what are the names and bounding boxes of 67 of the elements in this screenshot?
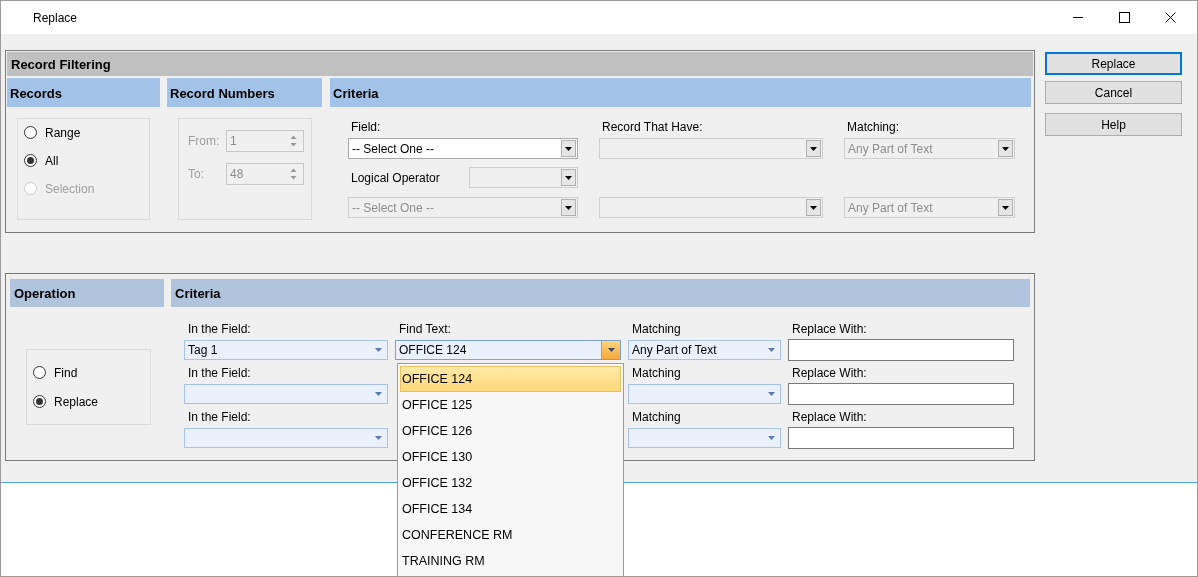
list-item[interactable]: OFFICE 134 [400,496,621,522]
field-label: Matching [631,409,682,426]
section-header: Criteria [171,279,1030,307]
dropdown-field[interactable]: Tag 1 [184,340,388,360]
field-label: To: [188,167,205,181]
field-label: Matching: [846,120,901,136]
maximize-icon [1118,12,1130,23]
section-header: Records [7,78,160,107]
field-label: From: [188,134,221,148]
field-label: Replace With: [791,365,868,382]
dropdown-field[interactable] [628,384,781,404]
caret-icon [810,205,817,210]
list-item[interactable]: CONFERENCE RM [400,522,621,548]
caret-icon [1002,205,1009,210]
field-label: Matching [631,365,682,382]
field-label: Matching [631,321,682,338]
section-title: Record Filtering [7,52,1033,76]
spin-arrows-icon [289,134,298,148]
field-label: Field: [350,120,382,136]
list-item[interactable]: OFFICE 132 [400,470,621,496]
window-title: Replace [33,10,78,25]
close-icon [1164,12,1176,23]
field-label: Record That Have: [601,120,704,136]
radio-button[interactable]: Range [24,125,81,140]
field-label: In the Field: [187,321,252,338]
dropdown-field[interactable] [184,428,388,448]
list-item[interactable]: OFFICE 126 [400,418,621,444]
caret-icon [565,175,572,180]
dropdown-field[interactable]: OFFICE 124 [395,340,621,360]
caret-icon [565,146,572,151]
caret-icon [607,348,615,352]
list-item[interactable]: OFFICE 130 [400,444,621,470]
dropdown-field[interactable]: -- Select One -- [348,138,578,159]
field-label: In the Field: [187,365,252,382]
caret-icon [810,146,817,151]
caret-icon [374,392,382,396]
dropdown-field[interactable] [184,384,388,404]
caret-icon [767,436,775,440]
dialog-button[interactable]: Replace [1045,52,1182,75]
section-header: Criteria [330,78,1031,107]
caret-icon [767,392,775,396]
caret-icon [1002,146,1009,151]
section-header: Operation [10,279,164,307]
field-label: In the Field: [187,409,252,426]
dialog-button[interactable]: Cancel [1045,81,1182,104]
dropdown-field[interactable] [628,428,781,448]
radio-button[interactable]: Find [33,365,78,380]
field-label: Logical Operator [351,170,440,185]
dropdown-field[interactable]: Any Part of Text [628,340,781,360]
section-header: Record Numbers [167,78,322,107]
text-field[interactable] [788,383,1014,405]
list-item[interactable]: OFFICE 124 [400,366,621,392]
radio-button[interactable]: Replace [33,394,99,409]
field-label: Find Text: [398,321,452,338]
dialog-button[interactable]: Help [1045,113,1182,136]
list-item[interactable]: OFFICE 125 [400,392,621,418]
text-field[interactable] [788,427,1014,449]
field-label: Replace With: [791,321,868,338]
radio-button[interactable]: All [24,153,59,168]
text-field[interactable] [788,339,1014,361]
caret-icon [374,348,382,352]
list-item[interactable]: TRAINING RM [400,548,621,574]
caret-icon [374,436,382,440]
spin-arrows-icon [289,167,298,181]
caret-icon [767,348,775,352]
field-label: Replace With: [791,409,868,426]
caret-icon [565,205,572,210]
